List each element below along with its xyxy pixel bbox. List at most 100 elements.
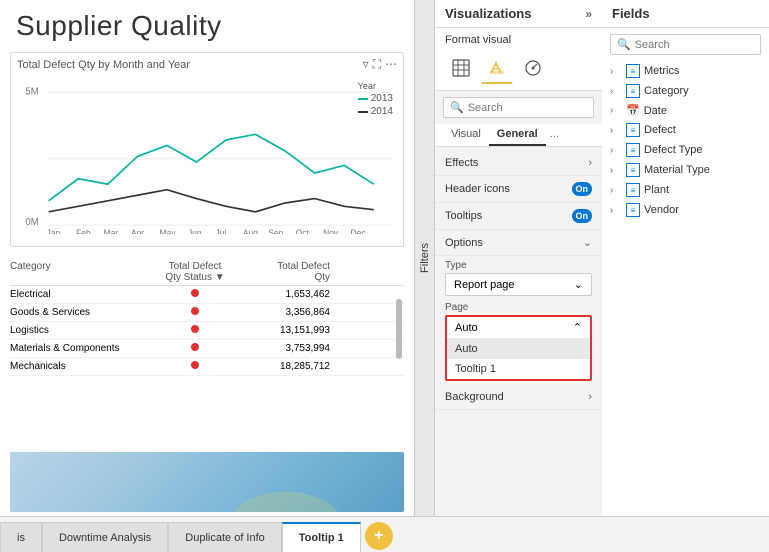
options-subsection: Type Report page ⌄ Page Auto ⌃ Auto Tool… xyxy=(435,256,602,385)
page-dropdown-selected[interactable]: Auto ⌃ xyxy=(447,317,590,339)
field-label: Vendor xyxy=(644,204,679,216)
header-icons-section[interactable]: Header icons On xyxy=(435,176,602,203)
row-qty: 3,356,864 xyxy=(240,307,330,318)
svg-text:Jul: Jul xyxy=(215,228,226,234)
svg-text:Jan: Jan xyxy=(47,228,61,234)
chevron-right-icon: › xyxy=(610,205,622,216)
table-icon: ≡ xyxy=(626,143,640,157)
row-category: Electrical xyxy=(10,289,150,300)
type-dropdown[interactable]: Report page ⌄ xyxy=(445,273,592,296)
legend-2013: 2013 xyxy=(358,93,393,104)
chart-toolbar: ▿ ⛶ ⋯ xyxy=(363,57,397,72)
row-category: Materials & Components xyxy=(10,343,150,354)
row-qty: 1,653,462 xyxy=(240,289,330,300)
col-qty-status: Total DefectQty Status ▼ xyxy=(150,261,240,283)
field-label: Defect xyxy=(644,124,676,136)
chevron-right-icon: › xyxy=(610,86,622,97)
tab-more[interactable]: ... xyxy=(546,124,563,146)
tab-downtime-analysis-label: Downtime Analysis xyxy=(59,532,151,544)
bottom-tab-bar: is Downtime Analysis Duplicate of Info T… xyxy=(0,516,769,552)
options-section-header[interactable]: Options ⌄ xyxy=(435,230,602,256)
chevron-right-icon: › xyxy=(610,66,622,77)
row-qty: 13,151,993 xyxy=(240,325,330,336)
field-material-type[interactable]: › ≡ Material Type xyxy=(602,160,769,180)
row-qty: 18,285,712 xyxy=(240,361,330,372)
row-category: Logistics xyxy=(10,325,150,336)
table-icon: ≡ xyxy=(626,163,640,177)
field-label: Defect Type xyxy=(644,144,703,156)
field-date[interactable]: › 📅 Date xyxy=(602,101,769,120)
viz-search-bar[interactable]: 🔍 xyxy=(443,97,594,118)
filters-tab[interactable]: Filters xyxy=(415,0,435,516)
tab-visual[interactable]: Visual xyxy=(443,124,489,146)
tab-duplicate-of-info[interactable]: Duplicate of Info xyxy=(168,522,282,552)
table-row: Mechanicals 18,285,712 xyxy=(10,358,404,376)
more-icon[interactable]: ⋯ xyxy=(385,57,397,72)
tab-general[interactable]: General xyxy=(489,124,546,146)
options-label: Options xyxy=(445,237,483,249)
fields-header: Fields xyxy=(602,0,769,28)
background-chevron: › xyxy=(588,391,592,403)
svg-text:0M: 0M xyxy=(25,217,38,228)
page-dropdown[interactable]: Auto ⌃ Auto Tooltip 1 xyxy=(445,315,592,381)
field-plant[interactable]: › ≡ Plant xyxy=(602,180,769,200)
table-row: Goods & Services 3,356,864 xyxy=(10,304,404,322)
header-icons-toggle[interactable]: On xyxy=(572,182,593,196)
chevron-right-icon: › xyxy=(610,145,622,156)
tab-is[interactable]: is xyxy=(0,522,42,552)
viz-tab-row: Visual General ... xyxy=(435,124,602,147)
tab-tooltip-1[interactable]: Tooltip 1 xyxy=(282,522,361,552)
viz-panel-header: Visualizations » xyxy=(435,0,602,28)
fields-search-bar[interactable]: 🔍 xyxy=(610,34,761,55)
field-label: Plant xyxy=(644,184,669,196)
page-dropdown-value: Auto xyxy=(455,322,478,334)
viz-icon-grid[interactable] xyxy=(445,52,477,84)
table-icon: ≡ xyxy=(626,64,640,78)
map-area xyxy=(10,452,404,512)
filter-icon[interactable]: ▿ xyxy=(363,57,369,72)
field-defect[interactable]: › ≡ Defect xyxy=(602,120,769,140)
viz-panel-title: Visualizations xyxy=(445,6,531,21)
field-label: Category xyxy=(644,85,689,97)
add-page-button[interactable]: + xyxy=(365,522,393,550)
options-chevron: ⌄ xyxy=(583,236,592,249)
tooltips-toggle[interactable]: On xyxy=(572,209,593,223)
table-header: Category Total DefectQty Status ▼ Total … xyxy=(10,259,404,286)
chevron-right-icon: › xyxy=(610,165,622,176)
type-dropdown-value: Report page xyxy=(454,279,515,291)
effects-section[interactable]: Effects › xyxy=(435,151,602,176)
row-category: Goods & Services xyxy=(10,307,150,318)
tab-duplicate-of-info-label: Duplicate of Info xyxy=(185,532,265,544)
viz-icon-analytics[interactable] xyxy=(517,52,549,84)
page-option-tooltip1[interactable]: Tooltip 1 xyxy=(447,359,590,379)
expand-icon[interactable]: ⛶ xyxy=(373,57,381,72)
tab-downtime-analysis[interactable]: Downtime Analysis xyxy=(42,522,168,552)
legend-2014: 2014 xyxy=(358,106,393,117)
tooltips-label: Tooltips xyxy=(445,210,482,222)
type-dropdown-chevron: ⌄ xyxy=(574,278,583,291)
tooltips-section[interactable]: Tooltips On xyxy=(435,203,602,230)
table-icon: ≡ xyxy=(626,203,640,217)
legend-2013-label: 2013 xyxy=(371,93,393,104)
svg-text:Dec: Dec xyxy=(351,228,367,234)
legend-2014-label: 2014 xyxy=(371,106,393,117)
chart-legend: Year 2013 2014 xyxy=(358,81,393,119)
page-option-auto[interactable]: Auto xyxy=(447,339,590,359)
viz-search-input[interactable] xyxy=(468,102,602,114)
svg-text:Mar: Mar xyxy=(104,228,119,234)
field-vendor[interactable]: › ≡ Vendor xyxy=(602,200,769,220)
viz-panel-expand[interactable]: » xyxy=(585,7,592,21)
background-section[interactable]: Background › xyxy=(435,385,602,410)
viz-icon-format[interactable] xyxy=(481,52,513,84)
fields-search-input[interactable] xyxy=(635,39,769,51)
row-status xyxy=(150,325,240,336)
field-defect-type[interactable]: › ≡ Defect Type xyxy=(602,140,769,160)
tab-is-label: is xyxy=(17,532,25,544)
fields-search-icon: 🔍 xyxy=(617,38,631,51)
field-category[interactable]: › ≡ Category xyxy=(602,81,769,101)
table-scrollbar[interactable] xyxy=(396,299,402,359)
field-label: Metrics xyxy=(644,65,679,77)
format-visual-label: Format visual xyxy=(435,28,602,48)
page-dropdown-up-chevron: ⌃ xyxy=(573,321,582,334)
field-metrics[interactable]: › ≡ Metrics xyxy=(602,61,769,81)
